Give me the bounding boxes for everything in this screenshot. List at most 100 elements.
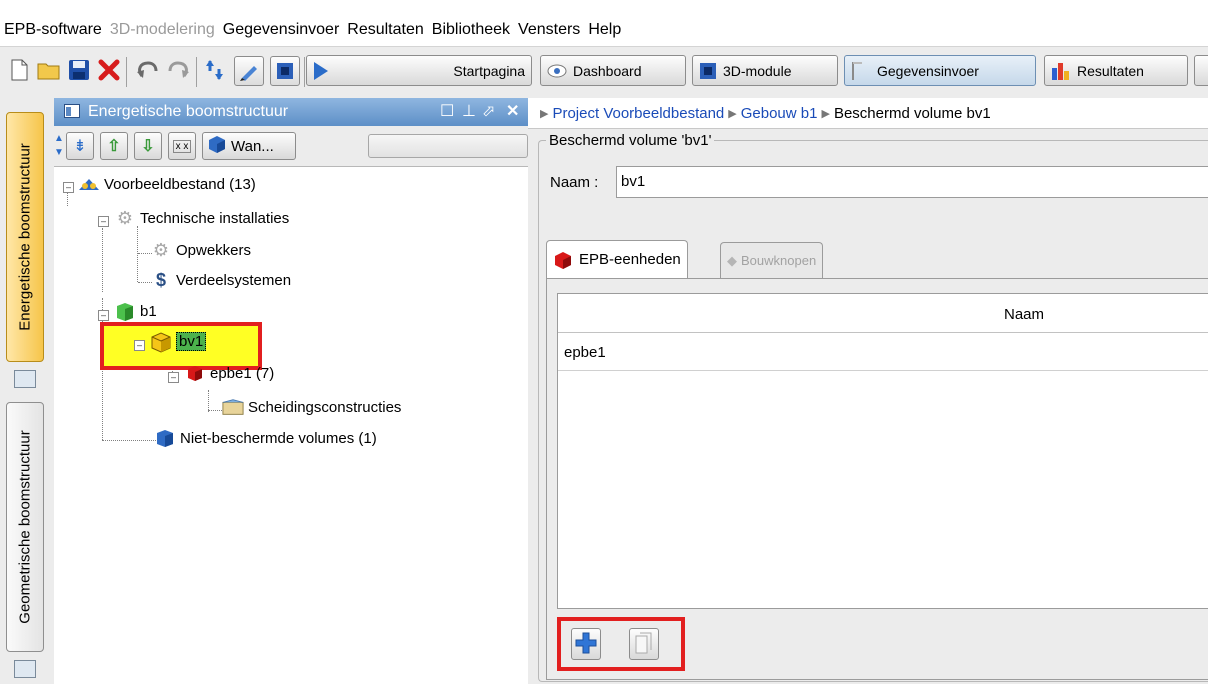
- expander-b1[interactable]: –: [98, 310, 109, 321]
- text-field-icon: x x: [172, 139, 192, 153]
- tree-node-label: Opwekkers: [176, 241, 252, 259]
- rename-button[interactable]: x x: [168, 132, 196, 160]
- collapse-all-button[interactable]: ⇟: [66, 132, 94, 160]
- move-up-button[interactable]: ⇧: [100, 132, 128, 160]
- collapse-icon: ⇟: [73, 138, 87, 155]
- tree-node-b1[interactable]: b1: [114, 302, 157, 321]
- detail-pane: ▶ Project Voorbeeldbestand ▶ Gebouw b1 ▶…: [528, 98, 1208, 684]
- tree-node-scheidingsconstructies[interactable]: Scheidingsconstructies: [222, 398, 401, 416]
- filter-button[interactable]: Wan...: [202, 132, 296, 160]
- toolbar-separator: [196, 57, 197, 87]
- breadcrumb-project-link[interactable]: Project Voorbeeldbestand: [552, 105, 724, 122]
- tab-geometrische-label: Geometrische boomstructuur: [16, 430, 34, 624]
- tree-view-icon[interactable]: [14, 370, 36, 388]
- gegevensinvoer-button[interactable]: Gegevensinvoer: [844, 55, 1036, 86]
- gegevensinvoer-label: Gegevensinvoer: [877, 62, 979, 79]
- menu-resultaten[interactable]: Resultaten: [343, 21, 428, 39]
- save-icon[interactable]: [64, 55, 94, 85]
- open-folder-icon[interactable]: [34, 55, 64, 85]
- arrow-down-icon: ⇩: [141, 138, 155, 155]
- menu-bibliotheek[interactable]: Bibliotheek: [428, 21, 514, 39]
- tree-line: [67, 192, 68, 206]
- tree-panel-title: Energetische boomstructuur: [88, 103, 289, 120]
- tab-energetische-boomstructuur[interactable]: Energetische boomstructuur: [6, 112, 44, 362]
- breadcrumb: ▶ Project Voorbeeldbestand ▶ Gebouw b1 ▶…: [528, 98, 1208, 129]
- menu-epb-software[interactable]: EPB-software: [0, 21, 106, 39]
- cube-icon: [207, 134, 227, 159]
- bar-chart-icon: [1051, 62, 1071, 80]
- new-file-icon[interactable]: [4, 55, 34, 85]
- move-down-button[interactable]: ⇩: [134, 132, 162, 160]
- tab-geometrische-boomstructuur[interactable]: Geometrische boomstructuur: [6, 402, 44, 652]
- filter-button-label: Wan...: [231, 137, 274, 155]
- row-divider: [558, 370, 1208, 371]
- gear-icon: ⚙: [152, 239, 170, 260]
- tree-node-niet-beschermde-volumes[interactable]: Niet-beschermde volumes (1): [154, 429, 377, 447]
- toolbar-overflow-button[interactable]: [1194, 55, 1208, 86]
- refresh-icon[interactable]: [200, 55, 230, 85]
- expander-root[interactable]: –: [63, 182, 74, 193]
- tab-bouwknopen: ◆ Bouwknopen: [720, 242, 824, 278]
- menu-bar: EPB-software 3D-modelering Gegevensinvoe…: [0, 14, 1208, 46]
- tree-node-opwekkers[interactable]: ⚙ Opwekkers: [150, 239, 252, 260]
- add-button[interactable]: [571, 628, 601, 660]
- project-icon: [78, 175, 100, 193]
- edit-icon[interactable]: [234, 56, 264, 86]
- tree-node-technische-installaties[interactable]: ⚙ Technische installaties: [114, 207, 289, 228]
- copy-button[interactable]: [629, 628, 659, 660]
- tab-energetische-label: Energetische boomstructuur: [16, 143, 34, 331]
- gear-icon: ⚙: [116, 207, 134, 228]
- arrow-up-icon: ⇧: [107, 138, 121, 155]
- menu-vensters[interactable]: Vensters: [514, 21, 584, 39]
- delete-icon[interactable]: [94, 55, 124, 85]
- startpagina-button[interactable]: Startpagina: [306, 55, 532, 86]
- tab-epb-eenheden[interactable]: EPB-eenheden: [546, 240, 688, 278]
- epb-unit-icon: [553, 250, 573, 270]
- menu-gegevensinvoer[interactable]: Gegevensinvoer: [219, 21, 344, 39]
- toolbar-separator: [126, 57, 127, 87]
- pin-icon[interactable]: ⊥: [462, 101, 476, 121]
- view-icon[interactable]: [270, 56, 300, 86]
- unprotected-volume-icon: [154, 429, 176, 447]
- column-header-naam[interactable]: Naam: [1004, 306, 1044, 323]
- naam-input[interactable]: bv1: [616, 166, 1208, 198]
- tree-node-root[interactable]: Voorbeeldbestand (13): [78, 175, 256, 193]
- tree-view-icon[interactable]: [14, 660, 36, 678]
- eye-icon: [547, 64, 567, 78]
- tree-node-label: epbe1 (7): [210, 364, 275, 382]
- tree-node-label: b1: [140, 302, 157, 320]
- maximize-icon[interactable]: ☐: [440, 101, 454, 121]
- dashboard-button[interactable]: Dashboard: [540, 55, 686, 86]
- tree-node-label: Voorbeeldbestand (13): [104, 175, 256, 193]
- epb-eenheden-table: Naam epbe1: [557, 293, 1208, 609]
- undock-icon[interactable]: ⬀: [482, 101, 495, 121]
- resultaten-label: Resultaten: [1077, 62, 1144, 79]
- tree-node-label: Niet-beschermde volumes (1): [180, 429, 377, 447]
- tree-search-field[interactable]: [368, 134, 528, 158]
- menu-help[interactable]: Help: [584, 21, 625, 39]
- junction-icon: ◆: [727, 252, 737, 268]
- breadcrumb-gebouw-link[interactable]: Gebouw b1: [741, 105, 818, 122]
- tree-panel-header: Energetische boomstructuur ☐ ⊥ ⬀ ✕: [54, 98, 528, 126]
- tree-line: [208, 390, 209, 412]
- 3d-module-button[interactable]: 3D-module: [692, 55, 838, 86]
- breadcrumb-arrow-icon: ▶: [821, 107, 830, 120]
- redo-icon[interactable]: [164, 55, 194, 85]
- toolbar-separator: [304, 57, 305, 87]
- tree-node-verdeelsystemen[interactable]: $ Verdeelsystemen: [150, 270, 291, 290]
- data-entry-icon: [851, 61, 865, 81]
- breadcrumb-current: Beschermd volume bv1: [833, 104, 991, 122]
- expander-technische[interactable]: –: [98, 216, 109, 227]
- expander-bv1[interactable]: –: [134, 340, 145, 351]
- close-icon[interactable]: ✕: [506, 101, 519, 121]
- expander-epbe1[interactable]: –: [168, 372, 179, 383]
- scroll-handle-icon[interactable]: ▲ ▼: [54, 132, 64, 160]
- resultaten-button[interactable]: Resultaten: [1044, 55, 1188, 86]
- tree-node-bv1[interactable]: bv1: [150, 331, 207, 353]
- group-title: Beschermd volume 'bv1': [546, 132, 715, 149]
- undo-icon[interactable]: [132, 55, 162, 85]
- tree-node-label: Scheidingsconstructies: [248, 398, 402, 416]
- tree-node-epbe1[interactable]: epbe1 (7): [184, 364, 274, 382]
- tree-line: [102, 440, 156, 441]
- table-row[interactable]: epbe1: [564, 344, 606, 361]
